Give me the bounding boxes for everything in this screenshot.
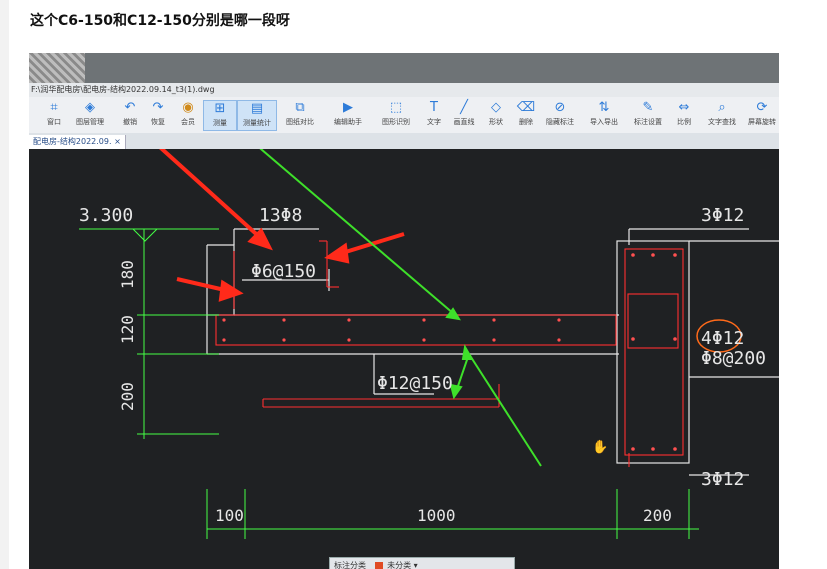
shape-icon: ◇ [491, 100, 501, 115]
eraser-icon: ⌫ [516, 100, 536, 115]
toolbar-item-layers[interactable]: ◈ 图层管理 [73, 100, 107, 131]
toolbar-item-hide-annotation[interactable]: ⊘ 隐藏标注 [543, 100, 577, 131]
rebar-dot [347, 318, 351, 322]
import-export-icon: ⇅ [598, 100, 610, 115]
beam-outline [616, 240, 690, 464]
beam-side-label: 4Φ12 [701, 328, 744, 349]
beam-stirrup-label: Φ8@200 [701, 348, 766, 369]
red-arrowhead-2 [324, 242, 350, 264]
measure-stats-icon: ▤ [250, 101, 264, 116]
toolbar-item-redo[interactable]: ↷ 恢复 [141, 100, 175, 131]
dim-180: 180 [118, 260, 137, 289]
elev-triangle [132, 228, 158, 242]
toolbar-item-recognize[interactable]: ⬚ 图形识别 [379, 100, 413, 131]
beam-dot [651, 447, 655, 451]
toolbar-item-edit[interactable]: ▶ 编辑助手 [331, 100, 365, 131]
beam-dot [673, 253, 677, 257]
rebar-dot [347, 338, 351, 342]
slab-outline-left [206, 244, 235, 316]
toolbar-item-import-export[interactable]: ⇅ 导入导出 [587, 100, 621, 131]
rebar-stirrup-slab-label: Φ6@150 [251, 261, 316, 282]
dim-100: 100 [215, 506, 244, 525]
slab-rebar-cage [215, 314, 617, 346]
elevation-label: 3.300 [79, 205, 133, 226]
toolbar-item-compare[interactable]: ⧉ 图纸对比 [283, 100, 317, 131]
beam-top-label: 3Φ12 [701, 205, 744, 226]
toolbar-item-text[interactable]: T 文字 [417, 100, 451, 131]
dropdown-arrow-icon[interactable]: ▾ [414, 561, 418, 569]
beam-inner-rect [627, 293, 679, 349]
beam-dot [651, 253, 655, 257]
rebar-dot [222, 318, 226, 322]
toolbar-item-measure[interactable]: ⊞ 测量 [203, 100, 237, 131]
cad-photo: F:\润华配电房\配电房-结构2022.09.14_t3(1).dwg ⌗ 窗口 … [29, 53, 779, 569]
beam-dot [631, 337, 635, 341]
toolbar-item-shape[interactable]: ◇ 形状 [479, 100, 513, 131]
cad-canvas[interactable]: 3.300 13Φ8 Φ6@150 Φ12@150 3Φ12 4Φ12 Φ8@2… [29, 149, 779, 569]
red-arrowhead-3 [218, 279, 244, 302]
question-text: 这个C6-150和C12-150分别是哪一段呀 [30, 13, 290, 29]
rebar-dot [492, 338, 496, 342]
rebar-dot [222, 338, 226, 342]
red-arrow-1 [158, 149, 266, 243]
green-arrow-2 [468, 353, 542, 467]
edit-icon: ▶ [343, 100, 353, 115]
toolbar-item-line[interactable]: ╱ 画直线 [447, 100, 481, 131]
rebar-dot [557, 318, 561, 322]
toolbar: ⌗ 窗口 ◈ 图层管理 ↶ 撤销 ↷ 恢复 ◉ 会员 ⊞ 测量 ▤ 测量统计 ⧉ 图纸对比 ▶ 编… [29, 97, 779, 134]
dim-1000: 1000 [417, 506, 456, 525]
layers-icon: ◈ [85, 100, 95, 115]
rebar-top-label: 13Φ8 [259, 205, 302, 226]
redo-icon: ↷ [152, 100, 164, 115]
thumbnail-image [29, 53, 85, 83]
toolbar-item-scale[interactable]: ⇔ 比例 [667, 100, 701, 131]
beam-dot [631, 447, 635, 451]
rebar-dot [557, 338, 561, 342]
left-margin-bar [0, 0, 9, 569]
category-color-swatch [374, 561, 383, 569]
annotation-classify-bar[interactable]: 标注分类 未分类 ▾ [329, 557, 515, 569]
rebar-dot [422, 318, 426, 322]
recognize-icon: ⬚ [389, 100, 403, 115]
rebar-dot [422, 338, 426, 342]
hide-icon: ⊘ [554, 100, 566, 115]
rotate-icon: ⟳ [756, 100, 768, 115]
rebar-dot [282, 318, 286, 322]
toolbar-item-vip[interactable]: ◉ 会员 [171, 100, 205, 131]
dim-120: 120 [118, 315, 137, 344]
window-icon: ⌗ [50, 100, 58, 115]
annotation-settings-icon: ✎ [642, 100, 654, 115]
compare-icon: ⧉ [295, 100, 305, 115]
text-icon: T [430, 100, 438, 115]
beam-dot [631, 253, 635, 257]
toolbar-item-window[interactable]: ⌗ 窗口 [37, 100, 71, 131]
measure-icon: ⊞ [214, 101, 226, 116]
line-icon: ╱ [460, 100, 468, 115]
cad-drawing: 3.300 13Φ8 Φ6@150 Φ12@150 3Φ12 4Φ12 Φ8@2… [79, 149, 779, 539]
rebar-dot [282, 338, 286, 342]
rebar-bottom-label: Φ12@150 [377, 373, 453, 394]
rebar-dot [492, 318, 496, 322]
text-search-icon: ⌕ [718, 100, 726, 115]
toolbar-item-measure-stats[interactable]: ▤ 测量统计 [237, 100, 277, 131]
vip-icon: ◉ [182, 100, 194, 115]
close-icon[interactable]: × [114, 137, 121, 146]
toolbar-item-delete[interactable]: ⌫ 删除 [509, 100, 543, 131]
beam-bottom-label: 3Φ12 [701, 469, 744, 490]
photo-top-strip [29, 53, 779, 83]
tab-drawing[interactable]: 配电房-结构2022.09. × [29, 135, 126, 149]
beam-stirrup [624, 248, 684, 456]
scale-icon: ⇔ [678, 100, 690, 115]
dim-200: 200 [643, 506, 672, 525]
beam-dot [673, 447, 677, 451]
toolbar-item-rotate[interactable]: ⟳ 屏幕旋转 [745, 100, 779, 131]
toolbar-item-annotation-settings[interactable]: ✎ 标注设置 [631, 100, 665, 131]
beam-dot [673, 337, 677, 341]
toolbar-item-text-search[interactable]: ⌕ 文字查找 [705, 100, 739, 131]
tab-bar: 配电房-结构2022.09. × [29, 133, 779, 149]
window-path: F:\润华配电房\配电房-结构2022.09.14_t3(1).dwg [29, 83, 779, 97]
dim-200-left: 200 [118, 382, 137, 411]
hand-cursor-icon: ✋ [592, 440, 609, 455]
slab-rebar-dots [222, 253, 677, 451]
